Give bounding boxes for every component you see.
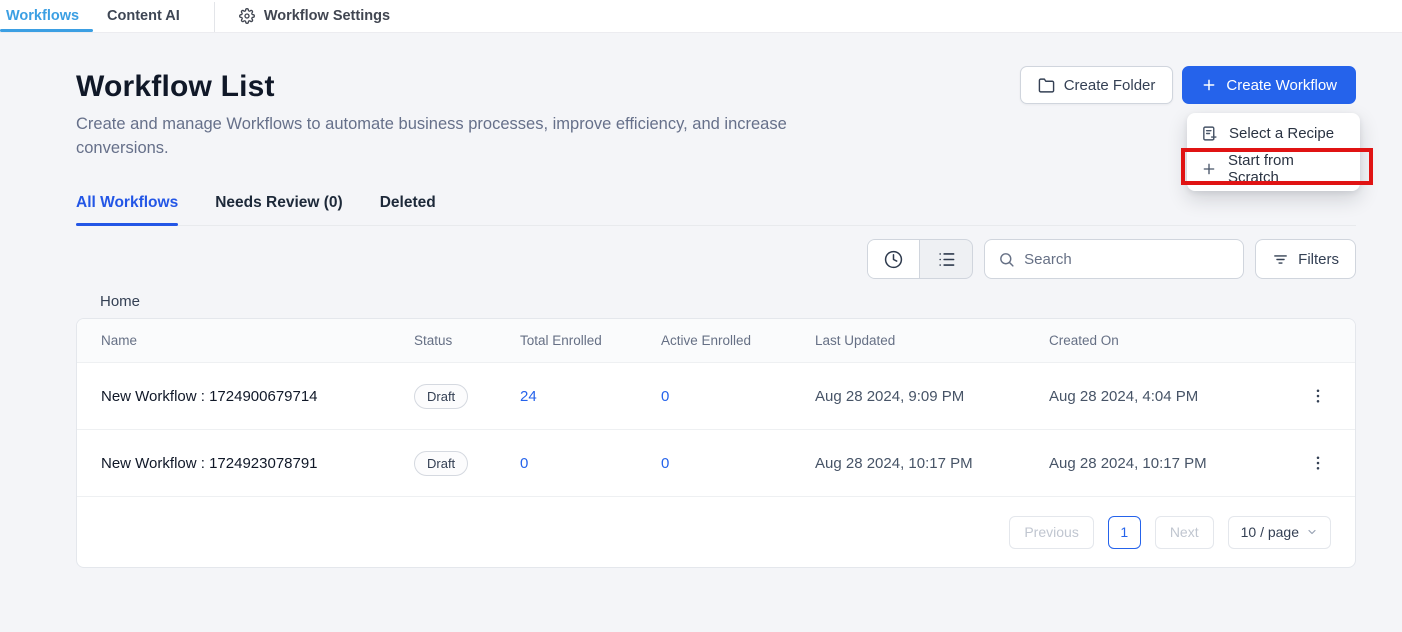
column-header-total-enrolled: Total Enrolled xyxy=(520,333,661,348)
plus-icon xyxy=(1201,161,1217,177)
page-size-label: 10 / page xyxy=(1241,524,1299,540)
view-toggle-group xyxy=(867,239,973,279)
row-actions-menu-button[interactable] xyxy=(1305,450,1331,476)
filters-label: Filters xyxy=(1298,251,1339,268)
menu-item-start-from-scratch[interactable]: Start from Scratch xyxy=(1187,151,1360,186)
create-workflow-button[interactable]: Create Workflow xyxy=(1182,66,1356,104)
last-updated-value: Aug 28 2024, 10:17 PM xyxy=(815,455,1049,472)
total-enrolled-link[interactable]: 0 xyxy=(520,455,661,472)
filter-icon xyxy=(1272,251,1289,268)
main-content: Workflow List Create and manage Workflow… xyxy=(0,33,1402,568)
header-actions: Create Folder Create Workflow Select a R… xyxy=(1020,66,1356,104)
create-folder-button[interactable]: Create Folder xyxy=(1020,66,1174,104)
column-header-last-updated: Last Updated xyxy=(815,333,1049,348)
next-page-button[interactable]: Next xyxy=(1155,516,1214,549)
breadcrumb[interactable]: Home xyxy=(100,293,1356,310)
status-cell: Draft xyxy=(414,451,520,476)
page-header: Workflow List Create and manage Workflow… xyxy=(76,68,1356,160)
nav-tab-workflows[interactable]: Workflows xyxy=(0,0,87,32)
page-size-select[interactable]: 10 / page xyxy=(1228,516,1331,549)
top-nav: Workflows Content AI Workflow Settings xyxy=(0,0,1402,33)
kebab-icon xyxy=(1309,454,1327,472)
nav-tab-workflows-label: Workflows xyxy=(6,8,79,24)
nav-tab-content-ai[interactable]: Content AI xyxy=(87,0,200,32)
tab-deleted[interactable]: Deleted xyxy=(380,194,436,225)
menu-item-select-a-recipe[interactable]: Select a Recipe xyxy=(1187,116,1360,151)
created-on-value: Aug 28 2024, 10:17 PM xyxy=(1049,455,1299,472)
tab-all-workflows-label: All Workflows xyxy=(76,194,178,211)
list-toolbar: Filters xyxy=(76,239,1356,279)
filters-button[interactable]: Filters xyxy=(1255,239,1356,279)
table-row: New Workflow : 1724900679714 Draft 24 0 … xyxy=(77,363,1355,430)
recipe-icon xyxy=(1201,125,1218,142)
nav-divider xyxy=(214,2,215,32)
total-enrolled-link[interactable]: 24 xyxy=(520,388,661,405)
page-number-button[interactable]: 1 xyxy=(1108,516,1141,549)
search-input[interactable] xyxy=(1024,251,1230,268)
create-workflow-dropdown: Select a Recipe Start from Scratch xyxy=(1187,113,1360,191)
column-header-status: Status xyxy=(414,333,520,348)
page-subtitle: Create and manage Workflows to automate … xyxy=(76,112,826,160)
created-on-value: Aug 28 2024, 4:04 PM xyxy=(1049,388,1299,405)
nav-tab-content-ai-label: Content AI xyxy=(107,8,180,24)
workflow-name-link[interactable]: New Workflow : 1724900679714 xyxy=(101,388,414,405)
list-view-toggle[interactable] xyxy=(920,240,972,278)
list-icon xyxy=(937,250,956,269)
column-header-active-enrolled: Active Enrolled xyxy=(661,333,815,348)
active-enrolled-link[interactable]: 0 xyxy=(661,388,815,405)
kebab-icon xyxy=(1309,387,1327,405)
active-enrolled-link[interactable]: 0 xyxy=(661,455,815,472)
create-folder-label: Create Folder xyxy=(1064,77,1156,94)
recent-view-toggle[interactable] xyxy=(868,240,920,278)
status-cell: Draft xyxy=(414,384,520,409)
menu-item-label: Start from Scratch xyxy=(1228,152,1346,186)
tab-all-workflows[interactable]: All Workflows xyxy=(76,194,178,225)
table-row: New Workflow : 1724923078791 Draft 0 0 A… xyxy=(77,430,1355,497)
tab-deleted-label: Deleted xyxy=(380,194,436,211)
chevron-down-icon xyxy=(1306,526,1318,538)
clock-icon xyxy=(884,250,903,269)
gear-icon xyxy=(239,8,255,24)
tab-needs-review[interactable]: Needs Review (0) xyxy=(215,194,343,225)
menu-item-label: Select a Recipe xyxy=(1229,125,1334,142)
previous-page-button[interactable]: Previous xyxy=(1009,516,1093,549)
status-badge: Draft xyxy=(414,451,468,476)
workflow-name-link[interactable]: New Workflow : 1724923078791 xyxy=(101,455,414,472)
page-title: Workflow List xyxy=(76,68,826,106)
column-header-created-on: Created On xyxy=(1049,333,1299,348)
search-box xyxy=(984,239,1244,279)
column-header-name: Name xyxy=(101,333,414,348)
workflow-table: Name Status Total Enrolled Active Enroll… xyxy=(76,318,1356,568)
folder-icon xyxy=(1038,77,1055,94)
page-header-text: Workflow List Create and manage Workflow… xyxy=(76,68,826,160)
nav-workflow-settings[interactable]: Workflow Settings xyxy=(229,0,400,32)
tab-needs-review-label: Needs Review (0) xyxy=(215,194,343,211)
table-header-row: Name Status Total Enrolled Active Enroll… xyxy=(77,319,1355,363)
last-updated-value: Aug 28 2024, 9:09 PM xyxy=(815,388,1049,405)
pagination: Previous 1 Next 10 / page xyxy=(77,497,1355,567)
row-actions-menu-button[interactable] xyxy=(1305,383,1331,409)
workflow-tabs: All Workflows Needs Review (0) Deleted xyxy=(76,194,1356,226)
search-icon xyxy=(998,251,1015,268)
status-badge: Draft xyxy=(414,384,468,409)
plus-icon xyxy=(1201,77,1217,93)
create-workflow-label: Create Workflow xyxy=(1226,77,1337,94)
nav-workflow-settings-label: Workflow Settings xyxy=(264,8,390,24)
